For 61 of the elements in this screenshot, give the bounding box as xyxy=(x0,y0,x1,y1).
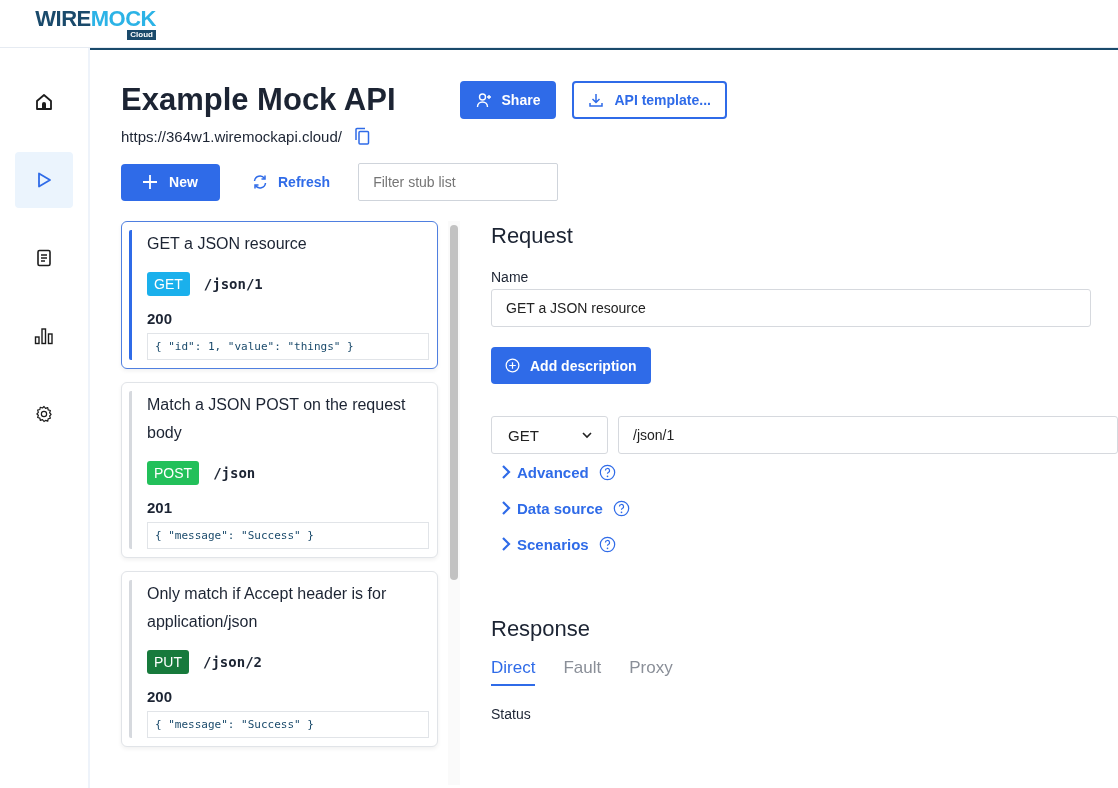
method-tag: POST xyxy=(147,461,200,485)
stub-title: Match a JSON POST on the request body xyxy=(147,395,407,443)
stub-card[interactable]: GET a JSON resource GET /json/1 200 { "id": 1, "value": "things" } xyxy=(121,221,439,369)
response-body-preview: { "id": 1, "value": "things" } xyxy=(147,333,430,360)
document-icon xyxy=(35,249,53,267)
chevron-right-icon xyxy=(501,536,511,552)
chevron-down-icon xyxy=(581,431,593,439)
field-label: Name xyxy=(491,269,530,285)
tab[interactable]: Fault xyxy=(563,658,602,686)
refresh-icon xyxy=(252,174,268,190)
logo-text: WIRE xyxy=(35,6,91,31)
status-code: 201 xyxy=(147,499,174,516)
expander-link[interactable]: Advanced xyxy=(501,463,589,481)
page-title: Example Mock API xyxy=(121,82,396,118)
help-icon[interactable] xyxy=(598,463,616,481)
chevron-right-icon xyxy=(501,500,511,516)
field-label: Status xyxy=(491,706,532,722)
stub-path: /json/2 xyxy=(203,654,262,670)
stub-card[interactable]: Only match if Accept header is for application/json PUT /json/2 200 { "message": "Success" } xyxy=(121,571,439,747)
share-button[interactable]: Share xyxy=(459,81,557,119)
api-url: https://364w1.wiremockapi.cloud/ xyxy=(121,127,342,145)
response-body-preview: { "message": "Success" } xyxy=(147,522,430,549)
logo-badge: Cloud xyxy=(127,30,156,40)
method-tag: GET xyxy=(147,272,190,296)
method-select[interactable]: GET xyxy=(491,416,608,454)
name-field[interactable]: GET a JSON resource xyxy=(491,289,1091,327)
play-icon xyxy=(35,171,53,189)
stub-path: /json/1 xyxy=(203,276,263,292)
stub-card[interactable]: Match a JSON POST on the request body POST /json 201 { "message": "Success" } xyxy=(121,382,439,558)
template-button[interactable]: API template... xyxy=(572,81,727,119)
scrollbar-thumb[interactable] xyxy=(450,225,459,580)
refresh-button[interactable]: Refresh xyxy=(246,173,337,191)
logo-text: MOCK xyxy=(90,6,156,31)
plus-circle-icon xyxy=(505,358,520,373)
settings-icon xyxy=(35,405,53,423)
tab[interactable]: Direct xyxy=(491,658,536,686)
help-icon[interactable] xyxy=(598,535,616,553)
bar-chart-icon xyxy=(34,327,54,345)
expander-link[interactable]: Scenarios xyxy=(501,535,589,553)
response-body-preview: { "message": "Success" } xyxy=(147,711,430,738)
help-icon[interactable] xyxy=(612,499,630,517)
stub-title: Only match if Accept header is for application/json xyxy=(147,584,388,632)
status-code: 200 xyxy=(147,310,174,327)
expander-link[interactable]: Data source xyxy=(501,499,603,517)
section-heading: Response xyxy=(491,616,592,642)
filter-field[interactable]: Filter stub list xyxy=(358,163,559,201)
copy-icon[interactable] xyxy=(353,127,370,145)
url-field[interactable]: /json/1 xyxy=(618,416,1118,454)
method-tag: PUT xyxy=(147,650,189,674)
stub-path: /json xyxy=(213,465,256,481)
download-icon xyxy=(588,92,605,108)
add-user-icon xyxy=(475,92,492,108)
stub-title: GET a JSON resource xyxy=(147,234,308,254)
section-heading: Request xyxy=(491,223,574,249)
chevron-right-icon xyxy=(501,464,511,480)
home-icon xyxy=(35,93,53,111)
tab[interactable]: Proxy xyxy=(629,658,673,686)
new-button[interactable]: New xyxy=(121,163,220,201)
plus-icon xyxy=(143,175,158,189)
status-code: 200 xyxy=(147,688,174,705)
add-description-button[interactable]: Add description xyxy=(491,347,651,384)
